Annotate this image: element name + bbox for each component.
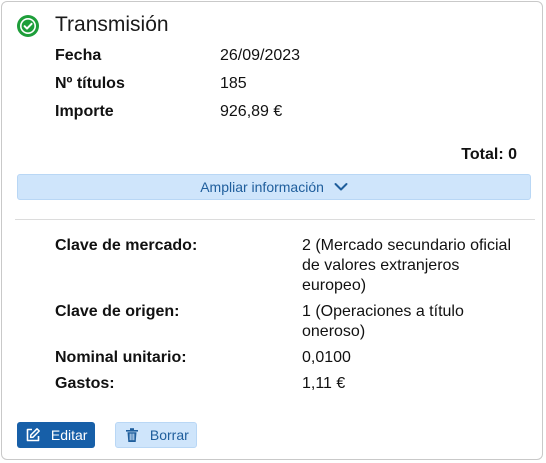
- edit-label: Editar: [50, 427, 88, 443]
- chevron-down-icon: [334, 175, 348, 199]
- detail-row-origen: Clave de origen: 1 (Operaciones a título…: [55, 302, 525, 342]
- detail-value: 0,0100: [302, 349, 351, 366]
- summary-label: Fecha: [55, 47, 102, 64]
- summary-label: Importe: [55, 103, 114, 120]
- delete-button[interactable]: Borrar: [115, 422, 197, 448]
- section-divider: [15, 219, 535, 220]
- summary-label: Nº títulos: [55, 75, 125, 92]
- delete-label: Borrar: [149, 427, 189, 443]
- edit-icon: [25, 427, 51, 443]
- detail-row-nominal: Nominal unitario: 0,0100: [55, 348, 525, 368]
- detail-row-mercado: Clave de mercado: 2 (Mercado secundario …: [55, 236, 525, 296]
- transmission-card: Transmisión Fecha 26/09/2023 Nº títulos …: [1, 1, 543, 460]
- summary-row-importe: Importe 926,89 €: [55, 103, 525, 131]
- summary-value: 926,89 €: [220, 103, 283, 120]
- summary-row-fecha: Fecha 26/09/2023: [55, 47, 525, 75]
- detail-value: 1 (Operaciones a título oneroso): [302, 303, 464, 340]
- detail-value: 1,11 €: [302, 375, 346, 392]
- detail-label: Gastos:: [55, 375, 115, 392]
- check-circle-icon: [16, 14, 40, 38]
- summary-list: Fecha 26/09/2023 Nº títulos 185 Importe …: [55, 47, 525, 131]
- expand-info-label: Ampliar información: [200, 179, 324, 195]
- summary-value: 26/09/2023: [220, 47, 301, 64]
- edit-button[interactable]: Editar: [17, 422, 95, 448]
- expand-info-button[interactable]: Ampliar información: [17, 174, 531, 200]
- detail-label: Clave de origen:: [55, 303, 180, 320]
- detail-label: Clave de mercado:: [55, 237, 198, 254]
- summary-row-titulos: Nº títulos 185: [55, 75, 525, 103]
- detail-row-gastos: Gastos: 1,11 €: [55, 374, 525, 394]
- detail-value: 2 (Mercado secundario oficial de valores…: [302, 237, 511, 294]
- trash-icon: [124, 427, 150, 443]
- total-count: Total: 0: [461, 146, 517, 163]
- summary-value: 185: [220, 75, 247, 92]
- detail-label: Nominal unitario:: [55, 349, 187, 366]
- card-title: Transmisión: [55, 13, 169, 36]
- details-list: Clave de mercado: 2 (Mercado secundario …: [55, 236, 525, 400]
